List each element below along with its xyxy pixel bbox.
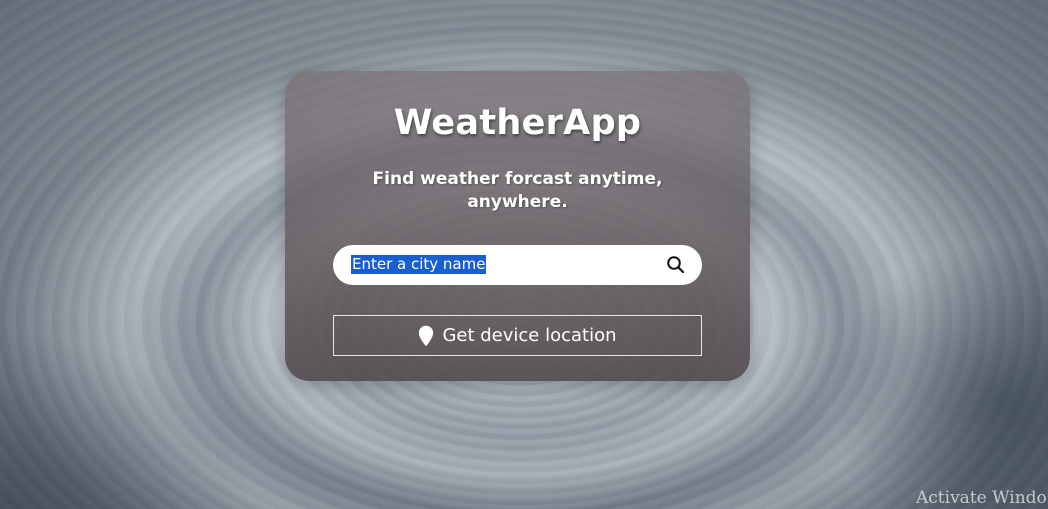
get-device-location-button[interactable]: Get device location [333,315,702,356]
app-title: WeatherApp [393,103,642,143]
app-subtitle: Find weather forcast anytime, anywhere. [372,169,663,212]
search-icon[interactable] [666,255,686,275]
city-search-input[interactable] [351,254,651,276]
background-shade [828,240,1048,509]
weather-card: WeatherApp Find weather forcast anytime,… [285,71,750,381]
location-pin-icon [418,325,434,347]
get-device-location-label: Get device location [442,325,617,346]
activate-windows-watermark: Activate Windo [916,488,1047,508]
background-shade [0,329,260,509]
search-bar: Enter a city name [333,245,702,285]
